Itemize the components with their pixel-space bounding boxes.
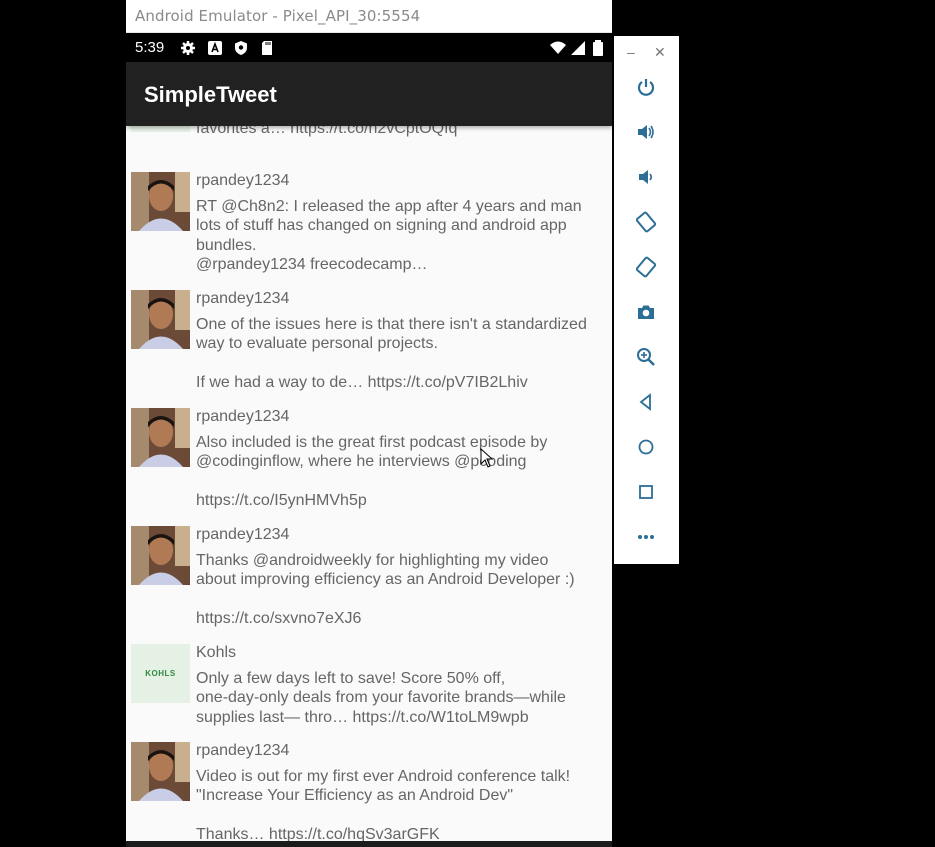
tweet-username: rpandey1234 (196, 290, 290, 307)
volume-up-icon (638, 125, 654, 139)
tweet-body: Only a few days left to save! Score 50% … (196, 670, 566, 726)
back-icon (639, 393, 651, 411)
rotate-right-button[interactable] (634, 255, 658, 279)
navigation-bar-edge (126, 841, 612, 847)
volume-down-icon (639, 170, 653, 184)
emulator-window: Android Emulator - Pixel_API_30:5554 5:3… (126, 0, 612, 847)
kohls-logo-partial (131, 126, 190, 132)
tweet-body: Thanks @androidweekly for highlighting m… (196, 552, 575, 627)
overview-button[interactable] (634, 480, 658, 504)
tweet-username: rpandey1234 (196, 172, 290, 189)
zoom-button[interactable] (634, 345, 658, 369)
profile-photo-icon (131, 526, 190, 585)
volume-up-button[interactable] (634, 120, 658, 144)
signal-icon (571, 41, 585, 55)
emulator-side-panel: – ✕ (614, 36, 679, 564)
status-bar: 5:39 (126, 33, 612, 62)
zoom-icon (637, 348, 655, 366)
home-button[interactable] (634, 435, 658, 459)
screenshot-button[interactable] (634, 300, 658, 324)
profile-photo-icon (131, 742, 190, 801)
avatar[interactable] (131, 126, 190, 132)
status-time: 5:39 (135, 39, 165, 56)
minimize-button[interactable]: – (627, 44, 635, 60)
battery-icon (593, 40, 603, 56)
avatar[interactable] (131, 408, 190, 467)
back-button[interactable] (634, 390, 658, 414)
tweet-body: RT @Ch8n2: I released the app after 4 ye… (196, 198, 582, 273)
window-titlebar[interactable]: Android Emulator - Pixel_API_30:5554 (126, 0, 612, 33)
rotate-right-icon (635, 256, 657, 278)
settings-icon (181, 41, 195, 55)
power-button[interactable] (634, 75, 658, 99)
avatar[interactable] (131, 742, 190, 801)
profile-photo-icon (131, 290, 190, 349)
sd-card-icon (262, 41, 272, 55)
tweet-username: rpandey1234 (196, 408, 290, 425)
wifi-icon (550, 41, 566, 54)
tweet-body: Video is out for my first ever Android c… (196, 768, 571, 841)
window-title: Android Emulator - Pixel_API_30:5554 (135, 7, 421, 25)
app-bar: SimpleTweet (126, 62, 612, 126)
avatar[interactable] (131, 172, 190, 231)
profile-photo-icon (131, 408, 190, 467)
kohls-logo: KOHLS (131, 644, 190, 703)
rotate-left-button[interactable] (634, 210, 658, 234)
tweet-username: rpandey1234 (196, 526, 290, 543)
tweet-body: One of the issues here is that there isn… (196, 316, 587, 391)
camera-icon (638, 305, 654, 319)
mouse-cursor-icon (480, 448, 494, 468)
power-icon (637, 79, 655, 96)
font-a-icon (208, 41, 222, 55)
app-title: SimpleTweet (144, 82, 277, 107)
profile-photo-icon (131, 172, 190, 231)
avatar[interactable] (131, 526, 190, 585)
tweet-username: Kohls (196, 644, 237, 661)
overview-icon (639, 485, 653, 499)
more-button[interactable] (634, 525, 658, 549)
shield-icon (235, 41, 247, 55)
tweet-body: Also included is the great first podcast… (196, 434, 548, 509)
close-button[interactable]: ✕ (654, 44, 666, 61)
avatar[interactable] (131, 290, 190, 349)
more-icon (638, 535, 654, 539)
volume-down-button[interactable] (634, 165, 658, 189)
tweet-feed[interactable]: life better, including denim. 👖 What eve… (126, 126, 612, 841)
tweet-body: life better, including denim. 👖 What eve… (196, 126, 458, 138)
home-icon (638, 439, 654, 455)
tweet-username: rpandey1234 (196, 742, 290, 759)
avatar[interactable]: KOHLS (131, 644, 190, 703)
rotate-left-icon (635, 211, 657, 233)
